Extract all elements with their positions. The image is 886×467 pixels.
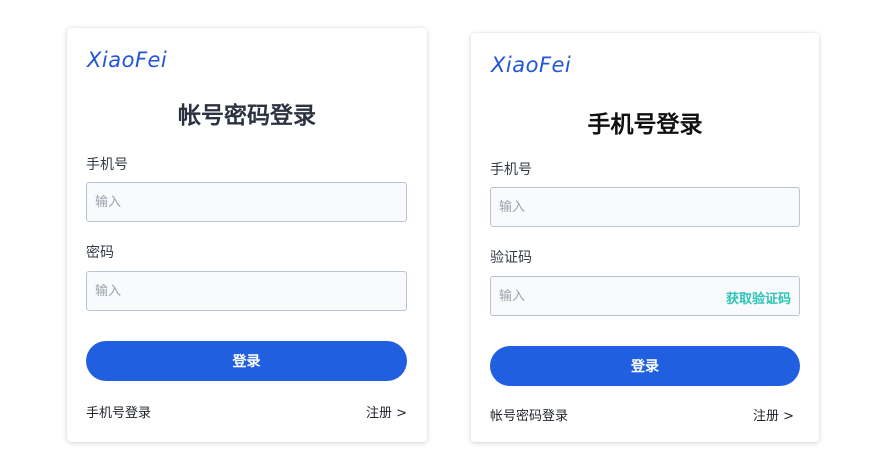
register-link[interactable]: 注册 > bbox=[366, 402, 407, 421]
get-code-button[interactable]: 获取验证码 bbox=[726, 288, 791, 307]
password-login-card: XiaoFei 帐号密码登录 手机号 密码 登录 手机号登录 注册 > bbox=[67, 28, 427, 442]
password-label: 密码 bbox=[86, 245, 114, 261]
phone-label: 手机号 bbox=[490, 162, 532, 178]
register-link[interactable]: 注册 > bbox=[753, 405, 794, 424]
brand-logo: XiaoFei bbox=[87, 48, 168, 72]
page-title: 帐号密码登录 bbox=[178, 103, 316, 129]
verification-code-label: 验证码 bbox=[490, 250, 532, 266]
password-input[interactable] bbox=[86, 271, 407, 311]
password-login-link[interactable]: 帐号密码登录 bbox=[490, 405, 568, 424]
page-title: 手机号登录 bbox=[587, 112, 703, 138]
phone-input[interactable] bbox=[86, 182, 407, 222]
phone-login-link[interactable]: 手机号登录 bbox=[86, 402, 151, 421]
brand-logo: XiaoFei bbox=[491, 53, 572, 77]
login-button[interactable]: 登录 bbox=[86, 341, 407, 381]
phone-login-card: XiaoFei 手机号登录 手机号 验证码 获取验证码 登录 帐号密码登录 注册… bbox=[471, 33, 819, 442]
login-button[interactable]: 登录 bbox=[490, 346, 800, 386]
phone-label: 手机号 bbox=[86, 157, 128, 173]
phone-input[interactable] bbox=[490, 187, 800, 227]
